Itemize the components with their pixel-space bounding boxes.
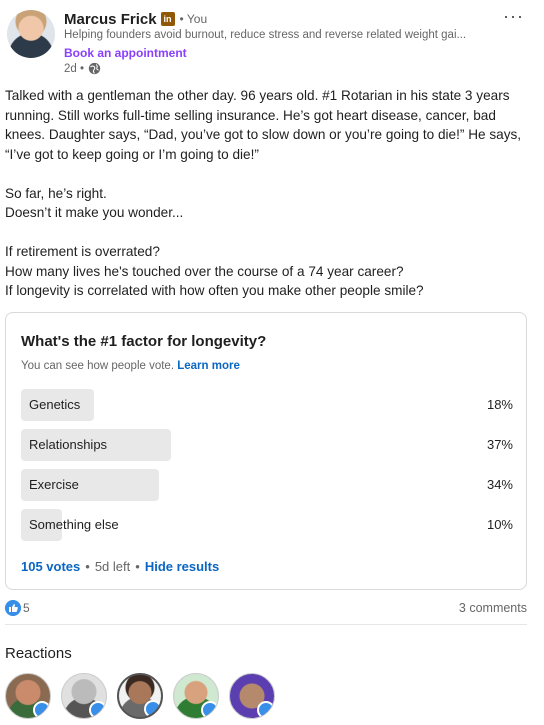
poll-option-percent: 37% [486, 437, 513, 452]
more-options-icon[interactable]: ··· [503, 6, 524, 27]
reactor-avatar[interactable] [173, 673, 219, 719]
author-headline: Helping founders avoid burnout, reduce s… [64, 29, 467, 41]
poll-option-percent: 34% [486, 477, 513, 492]
poll-card: What's the #1 factor for longevity? You … [5, 312, 527, 590]
book-appointment-link[interactable]: Book an appointment [64, 46, 187, 60]
like-reaction-icon [201, 701, 218, 718]
reactors-list [5, 673, 305, 723]
social-counts: 5 3 comments [5, 600, 527, 620]
reactor-avatar[interactable] [229, 673, 275, 719]
poll-option-exercise[interactable]: Exercise 34% [21, 469, 513, 501]
post-time: 2d • [64, 62, 85, 75]
poll-option-label: Exercise [29, 477, 79, 492]
like-reaction-icon [33, 701, 50, 718]
post-paragraph: Talked with a gentleman the other day. 9… [5, 88, 522, 162]
author-name-row: Marcus Frick in • You [64, 10, 207, 28]
reactor-avatar[interactable] [61, 673, 107, 719]
post-meta: 2d • [64, 62, 101, 75]
post-header: Marcus Frick in • You Helping founders a… [0, 0, 544, 84]
poll-option-label: Genetics [29, 397, 81, 412]
comments-count[interactable]: 3 comments [459, 601, 527, 615]
post-paragraph: How many lives he's touched over the cou… [5, 263, 404, 279]
author-avatar[interactable] [7, 10, 55, 58]
votes-link[interactable]: 105 votes [21, 559, 80, 574]
you-label: • You [179, 12, 208, 26]
poll-option-percent: 18% [486, 397, 513, 412]
like-reaction-icon [89, 701, 106, 718]
post-paragraph: So far, he’s right. [5, 185, 107, 201]
poll-option-something-else[interactable]: Something else 10% [21, 509, 513, 541]
linkedin-premium-icon: in [160, 12, 175, 26]
poll-visibility: You can see how people vote. Learn more [21, 360, 240, 372]
divider [5, 624, 527, 625]
poll-question: What's the #1 factor for longevity? [21, 333, 267, 350]
globe-icon [88, 62, 101, 75]
like-reaction-icon[interactable] [5, 600, 21, 616]
post-body: Talked with a gentleman the other day. 9… [5, 86, 535, 301]
poll-option-label: Relationships [29, 437, 108, 452]
like-count[interactable]: 5 [23, 601, 30, 615]
hide-results-link[interactable]: Hide results [145, 559, 219, 574]
like-reaction-icon [144, 700, 161, 717]
post-paragraph: Doesn’t it make you wonder... [5, 205, 184, 220]
poll-option-percent: 10% [486, 517, 513, 532]
time-left: 5d left [94, 559, 131, 574]
reactor-avatar[interactable] [117, 673, 163, 719]
post-paragraph: If longevity is correlated with how ofte… [5, 283, 424, 298]
poll-option-genetics[interactable]: Genetics 18% [21, 389, 513, 421]
poll-visibility-text: You can see how people vote. [21, 360, 175, 372]
poll-option-label: Something else [29, 517, 119, 532]
poll-option-relationships[interactable]: Relationships 37% [21, 429, 513, 461]
author-name[interactable]: Marcus Frick [64, 11, 157, 28]
like-reaction-icon [257, 701, 274, 718]
post-paragraph: If retirement is overrated? [5, 244, 160, 259]
reactor-avatar[interactable] [5, 673, 51, 719]
learn-more-link[interactable]: Learn more [177, 360, 240, 372]
reactions-title: Reactions [5, 645, 72, 662]
poll-footer: 105 votes • 5d left • Hide results [21, 559, 220, 574]
